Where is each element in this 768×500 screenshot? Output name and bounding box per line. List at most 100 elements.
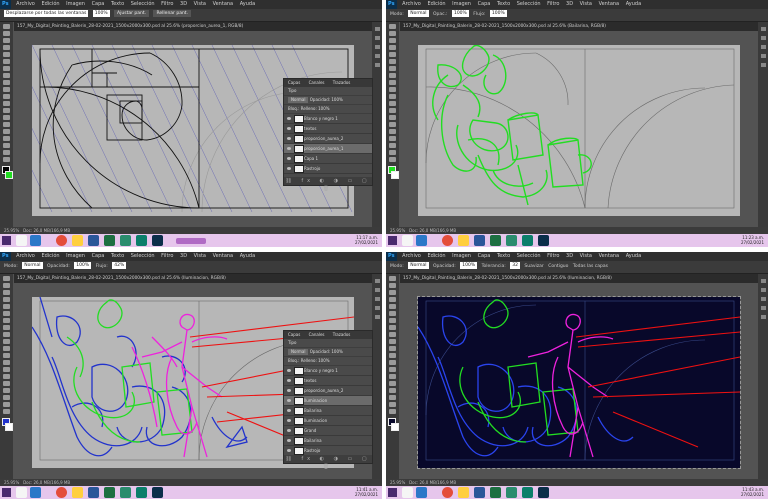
app-icon[interactable] — [120, 235, 131, 246]
visibility-eye-icon[interactable] — [287, 399, 291, 402]
menu-filtro[interactable]: Filtro — [547, 253, 559, 259]
menu-ventana[interactable]: Ventana — [213, 1, 234, 7]
excel-icon[interactable] — [104, 235, 115, 246]
eyedropper-tool-icon[interactable] — [389, 59, 396, 64]
history-brush-tool-icon[interactable] — [3, 87, 10, 92]
word-icon[interactable] — [474, 487, 485, 498]
app-icon[interactable] — [522, 487, 533, 498]
swatches-panel-icon[interactable] — [760, 54, 766, 58]
shape-tool-icon[interactable] — [3, 143, 10, 148]
magic-wand-tool-icon[interactable] — [3, 45, 10, 50]
fill-value[interactable]: 100% — [318, 358, 329, 363]
properties-panel-icon[interactable] — [374, 36, 380, 40]
zoom-status[interactable]: 25.95% — [4, 480, 19, 485]
pen-tool-icon[interactable] — [3, 374, 10, 379]
marquee-tool-icon[interactable] — [389, 31, 396, 36]
menu-seleccion[interactable]: Selección — [131, 253, 155, 259]
menu-3d[interactable]: 3D — [180, 1, 187, 7]
path-select-tool-icon[interactable] — [389, 136, 396, 141]
dodge-tool-icon[interactable] — [389, 115, 396, 120]
excel-icon[interactable] — [104, 487, 115, 498]
swatches-panel-icon[interactable] — [760, 306, 766, 310]
eyedropper-tool-icon[interactable] — [3, 59, 10, 64]
healing-tool-icon[interactable] — [389, 66, 396, 71]
menu-texto[interactable]: Texto — [111, 1, 124, 7]
menu-capa[interactable]: Capa — [92, 253, 105, 259]
mode-select[interactable]: Normal — [22, 262, 43, 269]
layer-row[interactable]: Iluminacion — [284, 416, 372, 426]
visibility-eye-icon[interactable] — [287, 157, 291, 160]
flow-value[interactable]: 42% — [112, 262, 127, 269]
mode-select[interactable]: Normal — [408, 262, 429, 269]
app-icon[interactable] — [136, 235, 147, 246]
folder-icon[interactable] — [458, 235, 469, 246]
menu-imagen[interactable]: Imagen — [66, 1, 85, 7]
layer-row[interactable]: Blanco y negro 1 — [284, 114, 372, 124]
visibility-eye-icon[interactable] — [287, 439, 291, 442]
hand-tool-icon[interactable] — [389, 402, 396, 407]
visibility-eye-icon[interactable] — [287, 429, 291, 432]
word-icon[interactable] — [88, 235, 99, 246]
history-brush-tool-icon[interactable] — [3, 339, 10, 344]
menu-seleccion[interactable]: Selección — [517, 253, 541, 259]
background-color-swatch[interactable] — [5, 423, 13, 431]
shape-tool-icon[interactable] — [389, 143, 396, 148]
menu-capa[interactable]: Capa — [478, 1, 491, 7]
tolerance-value[interactable]: 32 — [510, 262, 520, 269]
app-icon[interactable] — [506, 235, 517, 246]
history-panel-icon[interactable] — [760, 279, 766, 283]
history-brush-tool-icon[interactable] — [389, 87, 396, 92]
menu-vista[interactable]: Vista — [194, 253, 206, 259]
eraser-tool-icon[interactable] — [389, 94, 396, 99]
hand-tool-icon[interactable] — [3, 150, 10, 155]
menu-ayuda[interactable]: Ayuda — [240, 1, 255, 7]
zoom-status[interactable]: 25.95% — [390, 228, 405, 233]
layer-row[interactable]: Bailarina — [284, 406, 372, 416]
layer-row[interactable]: Bailarina — [284, 436, 372, 446]
marquee-tool-icon[interactable] — [3, 31, 10, 36]
eraser-tool-icon[interactable] — [3, 94, 10, 99]
stamp-tool-icon[interactable] — [3, 80, 10, 85]
visibility-eye-icon[interactable] — [287, 147, 291, 150]
properties-panel-icon[interactable] — [760, 36, 766, 40]
gradient-tool-icon[interactable] — [389, 101, 396, 106]
pen-tool-icon[interactable] — [389, 374, 396, 379]
history-panel-icon[interactable] — [760, 27, 766, 31]
history-panel-icon[interactable] — [374, 279, 380, 283]
app-icon[interactable] — [176, 238, 206, 244]
lasso-tool-icon[interactable] — [3, 38, 10, 43]
file-explorer-icon[interactable] — [416, 487, 427, 498]
fill-value[interactable]: 100% — [318, 106, 329, 111]
file-explorer-icon[interactable] — [30, 487, 41, 498]
menu-vista[interactable]: Vista — [580, 253, 592, 259]
menu-filtro[interactable]: Filtro — [161, 253, 173, 259]
eyedropper-tool-icon[interactable] — [3, 311, 10, 316]
menu-ventana[interactable]: Ventana — [599, 253, 620, 259]
visibility-eye-icon[interactable] — [287, 419, 291, 422]
crop-tool-icon[interactable] — [389, 304, 396, 309]
filter-kind-select[interactable]: Tipo — [288, 88, 296, 93]
fit-screen-button[interactable]: Ajustar pant. — [114, 10, 150, 17]
search-icon[interactable] — [16, 235, 27, 246]
blend-mode-select[interactable]: Normal — [288, 97, 309, 103]
layer-row[interactable]: Grand — [284, 426, 372, 436]
windows-start-icon[interactable] — [2, 236, 11, 245]
visibility-eye-icon[interactable] — [287, 379, 291, 382]
swatches-panel-icon[interactable] — [374, 54, 380, 58]
scroll-all-checkbox-label[interactable]: Desplazarse por todas las ventanas — [4, 10, 89, 17]
visibility-eye-icon[interactable] — [287, 127, 291, 130]
menu-texto[interactable]: Texto — [497, 1, 510, 7]
search-icon[interactable] — [402, 235, 413, 246]
visibility-eye-icon[interactable] — [287, 389, 291, 392]
search-icon[interactable] — [16, 487, 27, 498]
menu-imagen[interactable]: Imagen — [66, 253, 85, 259]
visibility-eye-icon[interactable] — [287, 449, 291, 452]
layers-panel-icon[interactable] — [760, 63, 766, 67]
windows-start-icon[interactable] — [2, 488, 11, 497]
pen-tool-icon[interactable] — [389, 122, 396, 127]
document-canvas[interactable] — [417, 296, 741, 469]
blur-tool-icon[interactable] — [389, 108, 396, 113]
taskbar-clock[interactable]: 11:43 a.m. 27/02/2021 — [741, 487, 764, 497]
menu-archivo[interactable]: Archivo — [16, 253, 35, 259]
menu-edicion[interactable]: Edición — [41, 253, 59, 259]
